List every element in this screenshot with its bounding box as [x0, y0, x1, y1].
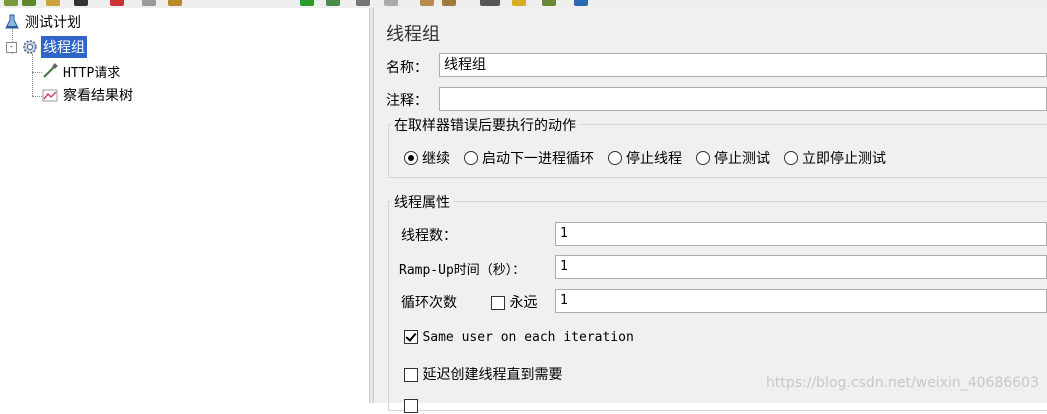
radio-dot-icon	[784, 151, 798, 165]
toolbar-help-icon[interactable]	[574, 0, 588, 6]
toolbar-reset-icon[interactable]	[512, 0, 526, 6]
radio-dot-icon	[464, 151, 478, 165]
tree-connector	[32, 54, 33, 96]
toolbar	[0, 0, 1047, 8]
toolbar-search-icon[interactable]	[480, 0, 500, 6]
toolbar-new-icon[interactable]	[4, 0, 18, 6]
test-plan-tree: - 测试计划 线程组 HTTP请求 察看结果树	[0, 8, 369, 403]
tree-item-label: 察看结果树	[63, 88, 133, 104]
radio-continue[interactable]: 继续	[404, 148, 450, 168]
radio-label: 停止测试	[714, 151, 770, 167]
name-field[interactable]: 线程组	[439, 53, 1047, 77]
tree-item-thread-group[interactable]: 线程组	[22, 36, 87, 58]
rampup-label: Ramp-Up时间（秒）：	[399, 263, 526, 278]
checkbox-icon	[491, 296, 505, 310]
tree-connector	[32, 96, 42, 97]
scheduler-checkbox-partial[interactable]	[404, 398, 418, 414]
toolbar-open-icon[interactable]	[22, 0, 36, 6]
sampler-pipette-icon	[42, 63, 58, 79]
num-threads-field[interactable]: 1	[555, 222, 1047, 246]
forever-label: 永远	[509, 295, 538, 311]
radio-dot-icon	[608, 151, 622, 165]
radio-stop-thread[interactable]: 停止线程	[608, 148, 682, 168]
loop-count-label: 循环次数	[401, 295, 457, 311]
toolbar-cut-icon[interactable]	[110, 0, 124, 6]
radio-label: 停止线程	[626, 151, 682, 167]
toolbar-copy-icon[interactable]	[142, 0, 156, 6]
listener-graph-icon	[42, 87, 58, 103]
page-title: 线程组	[386, 24, 440, 45]
toolbar-folder-icon[interactable]	[46, 0, 60, 6]
thread-group-panel: 线程组 名称： 线程组 注释： 在取样器错误后要执行的动作 继续 启动下一进程循…	[374, 8, 1047, 413]
toolbar-function-icon[interactable]	[542, 0, 556, 6]
toolbar-shutdown-icon[interactable]	[384, 0, 398, 6]
tree-item-view-results-tree[interactable]: 察看结果树	[42, 84, 135, 106]
same-user-checkbox[interactable]: Same user on each iteration	[404, 329, 634, 345]
checkbox-icon	[404, 368, 418, 382]
radio-stop-test-now[interactable]: 立即停止测试	[784, 148, 886, 168]
radio-label: 立即停止测试	[802, 151, 886, 167]
radio-label: 继续	[422, 151, 450, 167]
collapse-toggle-icon[interactable]: -	[6, 42, 17, 53]
forever-checkbox[interactable]: 永远	[491, 292, 537, 312]
rampup-field[interactable]: 1	[555, 255, 1047, 279]
thread-group-gear-icon	[22, 39, 38, 55]
radio-dot-icon	[696, 151, 710, 165]
tree-item-label: HTTP请求	[63, 65, 121, 81]
error-action-title: 在取样器错误后要执行的动作	[391, 115, 579, 135]
name-label: 名称：	[386, 60, 428, 76]
error-action-options: 继续 启动下一进程循环 停止线程 停止测试 立即停止测试	[404, 148, 900, 168]
watermark: https://blog.csdn.net/weixin_40686603	[765, 375, 1039, 391]
test-plan-icon	[4, 14, 20, 30]
num-threads-label: 线程数：	[401, 228, 457, 244]
checkbox-checked-icon	[404, 330, 418, 344]
delay-label: 延迟创建线程直到需要	[422, 367, 563, 383]
loop-count-field[interactable]: 1	[555, 289, 1047, 313]
toolbar-paste-icon[interactable]	[168, 0, 182, 6]
thread-properties-title: 线程属性	[391, 192, 453, 212]
comment-field[interactable]	[439, 87, 1047, 111]
delay-thread-creation-checkbox[interactable]: 延迟创建线程直到需要	[404, 364, 562, 384]
tree-connector	[32, 72, 42, 73]
tree-item-http-request[interactable]: HTTP请求	[42, 60, 122, 82]
toolbar-stop-icon[interactable]	[356, 0, 370, 6]
toolbar-save-icon[interactable]	[74, 0, 88, 6]
toolbar-clear-icon[interactable]	[420, 0, 434, 6]
tree-item-label: 线程组	[41, 36, 87, 58]
toolbar-clear-all-icon[interactable]	[442, 0, 456, 6]
radio-dot-icon	[404, 151, 418, 165]
toolbar-run-nopause-icon[interactable]	[326, 0, 340, 6]
comment-label: 注释：	[386, 93, 428, 109]
tree-item-test-plan[interactable]: 测试计划	[4, 11, 83, 33]
radio-stop-test[interactable]: 停止测试	[696, 148, 770, 168]
radio-label: 启动下一进程循环	[482, 151, 594, 167]
tree-item-label: 测试计划	[25, 15, 81, 31]
checkbox-icon	[404, 399, 418, 413]
same-user-label: Same user on each iteration	[422, 330, 634, 345]
toolbar-run-icon[interactable]	[300, 0, 314, 6]
radio-start-next-loop[interactable]: 启动下一进程循环	[464, 148, 594, 168]
